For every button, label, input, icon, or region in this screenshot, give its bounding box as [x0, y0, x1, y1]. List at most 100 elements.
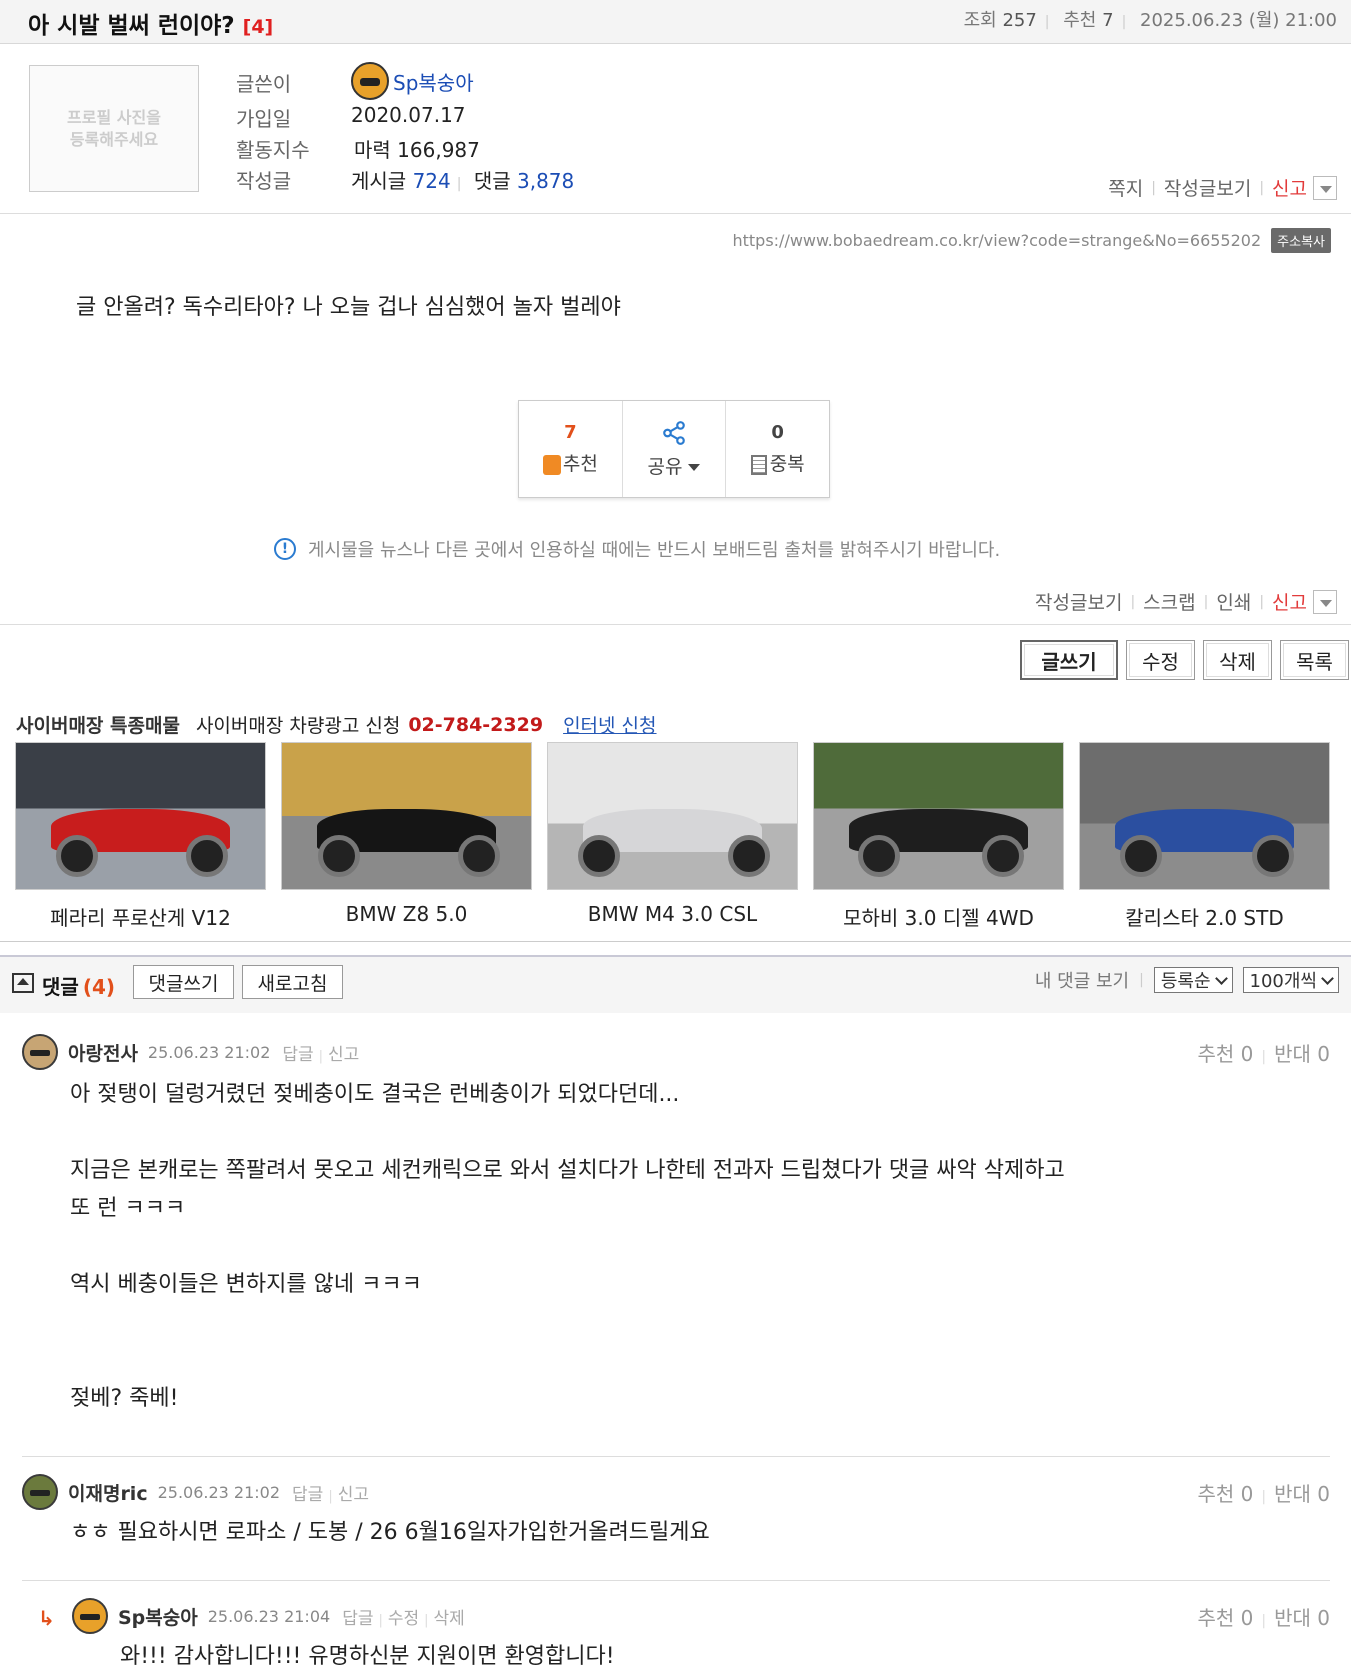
avatar[interactable] [22, 1034, 58, 1070]
car-name[interactable]: BMW Z8 5.0 [281, 902, 532, 926]
car-item[interactable]: 모하비 3.0 디젤 4WD [813, 742, 1064, 931]
document-icon [750, 454, 767, 475]
comment-date: 25.06.23 21:02 [157, 1482, 281, 1502]
comment-item: 이재명ric 25.06.23 21:02 답글 | 신고 추천 0 | 반대 0 ㅎㅎ… [22, 1474, 1330, 1552]
views-label: 조회 [963, 10, 997, 31]
my-comments-link[interactable]: 내 댓글 보기 [1035, 967, 1129, 993]
divider [22, 1580, 1330, 1581]
post-comment-count[interactable]: [4] [243, 16, 274, 38]
wheel-shape [318, 835, 360, 877]
recommend-vote[interactable]: 추천 0 [1198, 1606, 1254, 1630]
posts-stats: 게시글 724 | 댓글 3,878 [351, 169, 575, 193]
car-item[interactable]: BMW Z8 5.0 [281, 742, 532, 931]
oppose-vote[interactable]: 반대 0 [1274, 1606, 1330, 1630]
car-item[interactable]: 칼리스타 2.0 STD [1079, 742, 1330, 931]
collapse-comments-icon[interactable] [12, 973, 34, 993]
recommend-button[interactable]: 7 추천 [519, 401, 623, 497]
car-image[interactable] [1079, 742, 1330, 890]
copyright-notice: ! 게시물을 뉴스나 다른 곳에서 인용하실 때에는 반드시 보배드림 출처를 … [274, 536, 1000, 562]
comment-line: 젖베? 죽베! [70, 1386, 179, 1411]
report-link[interactable]: 신고 [328, 1045, 359, 1065]
post-url-row: https://www.bobaedream.co.kr/view?code=s… [732, 228, 1331, 253]
ad-phone: 02-784-2329 [408, 713, 544, 736]
page-size-select[interactable]: 100개씩 [1242, 967, 1339, 993]
comment-line: 또 런 ㅋㅋㅋ [70, 1196, 186, 1221]
scrap-link[interactable]: 스크랩 [1143, 588, 1195, 615]
reply-arrow-icon: ↳ [38, 1606, 55, 1630]
author-nick[interactable]: Sp복숭아 [351, 62, 474, 100]
view-posts-link[interactable]: 작성글보기 [1164, 174, 1251, 201]
car-image[interactable] [15, 742, 266, 890]
online-apply-link[interactable]: 인터넷 신청 [563, 711, 656, 738]
avatar[interactable] [22, 1474, 58, 1510]
refresh-button[interactable]: 새로고침 [242, 965, 343, 999]
reply-link[interactable]: 답글 [292, 1485, 323, 1505]
ad-header: 사이버매장 특종매물 사이버매장 차량광고 신청 02-784-2329 인터넷… [16, 711, 657, 738]
car-name[interactable]: BMW M4 3.0 CSL [547, 902, 798, 926]
comment-date: 25.06.23 21:02 [147, 1042, 271, 1062]
report-dropdown-icon[interactable] [1313, 175, 1337, 200]
edit-button[interactable]: 수정 [1126, 640, 1195, 680]
delete-link[interactable]: 삭제 [434, 1609, 465, 1629]
comment-author[interactable]: Sp복숭아 [118, 1603, 198, 1630]
wheel-shape [186, 835, 228, 877]
write-comment-button[interactable]: 댓글쓰기 [133, 965, 234, 999]
comment-line: 와!!! 감사합니다!!! 유명하신분 지원이면 환영합니다! [120, 1644, 615, 1669]
recommend-vote[interactable]: 추천 0 [1198, 1042, 1254, 1066]
comment-header: 아랑전사 25.06.23 21:02 답글 | 신고 [22, 1034, 1330, 1070]
bottom-report-link[interactable]: 신고 [1272, 588, 1307, 615]
car-item[interactable]: BMW M4 3.0 CSL [547, 742, 798, 931]
bottom-report-dropdown-icon[interactable] [1313, 589, 1337, 614]
comment-author[interactable]: 아랑전사 [68, 1039, 138, 1066]
activity-value: 마력 166,987 [354, 138, 480, 162]
reply-link[interactable]: 답글 [282, 1045, 313, 1065]
avatar[interactable] [72, 1598, 108, 1634]
comment-votes: 추천 0 | 반대 0 [1197, 1606, 1331, 1630]
author-name[interactable]: Sp복숭아 [393, 71, 474, 95]
car-item[interactable]: 페라리 푸로산게 V12 [15, 742, 266, 931]
post-datetime: 2025.06.23 (월) 21:00 [1140, 10, 1337, 31]
comment-line: 지금은 본캐로는 쪽팔려서 못오고 세컨캐릭으로 와서 설치다가 나한테 전과자… [70, 1158, 1065, 1183]
delete-button[interactable]: 삭제 [1203, 640, 1272, 680]
activity-label: 활동지수 [236, 138, 310, 162]
vote-box: 7 추천 공유 0 중복 [518, 400, 830, 498]
report-link[interactable]: 신고 [1272, 174, 1307, 201]
duplicate-button[interactable]: 0 중복 [726, 401, 829, 497]
copy-url-button[interactable]: 주소복사 [1271, 228, 1331, 253]
sort-select[interactable]: 등록순 [1153, 967, 1233, 993]
bottom-view-posts-link[interactable]: 작성글보기 [1035, 588, 1122, 615]
car-image[interactable] [547, 742, 798, 890]
print-link[interactable]: 인쇄 [1216, 588, 1251, 615]
comments-count[interactable]: 3,878 [517, 169, 574, 193]
likes-count: 7 [1102, 10, 1114, 31]
list-button[interactable]: 목록 [1280, 640, 1349, 680]
wheel-shape [578, 835, 620, 877]
car-image[interactable] [813, 742, 1064, 890]
edit-link[interactable]: 수정 [388, 1609, 419, 1629]
write-button[interactable]: 글쓰기 [1020, 640, 1118, 680]
car-name[interactable]: 칼리스타 2.0 STD [1079, 902, 1330, 931]
reply-link[interactable]: 답글 [342, 1609, 373, 1629]
author-level-icon [351, 62, 389, 100]
likes-label: 추천 [1063, 10, 1097, 31]
car-name[interactable]: 모하비 3.0 디젤 4WD [813, 902, 1064, 931]
share-button[interactable]: 공유 [623, 401, 727, 497]
report-link[interactable]: 신고 [338, 1485, 369, 1505]
info-icon: ! [274, 538, 296, 560]
recommend-vote[interactable]: 추천 0 [1198, 1482, 1254, 1506]
comment-author[interactable]: 이재명ric [68, 1479, 148, 1506]
car-image[interactable] [281, 742, 532, 890]
wheel-shape [1120, 835, 1162, 877]
posts-count[interactable]: 724 [413, 169, 451, 193]
comment-header: Sp복숭아 25.06.23 21:04 답글 | 수정 | 삭제 [72, 1598, 1330, 1634]
oppose-vote[interactable]: 반대 0 [1274, 1042, 1330, 1066]
comment-actions: 답글 | 수정 | 삭제 [342, 1608, 465, 1629]
sort-select-value: 등록순 [1160, 971, 1211, 992]
car-name[interactable]: 페라리 푸로산게 V12 [15, 902, 266, 931]
comment-body: ㅎㅎ 필요하시면 로파소 / 도봉 / 26 6월16일자가입한거올려드릴게요 [70, 1514, 1330, 1552]
comment-date: 25.06.23 21:04 [207, 1606, 331, 1626]
oppose-vote[interactable]: 반대 0 [1274, 1482, 1330, 1506]
post-title-text: 아 시발 벌써 런이야? [28, 13, 235, 39]
message-link[interactable]: 쪽지 [1108, 174, 1143, 201]
joined-date: 2020.07.17 [351, 103, 466, 127]
